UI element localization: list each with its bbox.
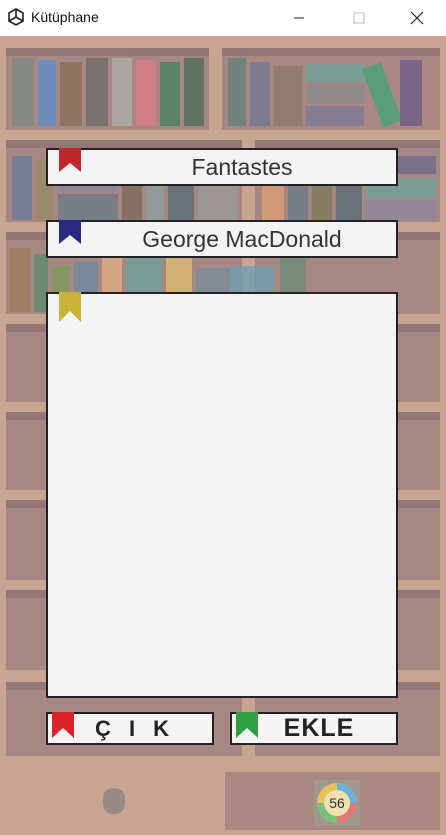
exit-button[interactable]: Ç I K <box>46 712 214 745</box>
bookmark-ribbon-icon <box>59 292 81 322</box>
book-spines-row-1 <box>12 58 422 128</box>
window-title: Kütüphane <box>31 9 99 25</box>
minimize-button[interactable] <box>270 0 328 36</box>
unity-icon <box>8 8 24 26</box>
maximize-button[interactable] <box>330 0 388 36</box>
bookshelf-scene: Fantastes George MacDonald Ç I K EKLE 56 <box>0 36 446 835</box>
window-titlebar: Kütüphane <box>0 0 446 36</box>
close-icon <box>410 11 424 25</box>
drawer-knob <box>103 788 125 814</box>
minimize-icon <box>294 17 304 19</box>
maximize-icon <box>353 12 365 24</box>
add-button-label: EKLE <box>283 714 355 742</box>
book-title-value: Fantastes <box>191 153 293 180</box>
description-textarea[interactable] <box>46 292 398 698</box>
counter-badge-value: 56 <box>329 795 345 811</box>
close-button[interactable] <box>388 0 446 36</box>
exit-button-label: Ç I K <box>94 715 176 741</box>
author-value: George MacDonald <box>142 225 342 252</box>
add-button[interactable]: EKLE <box>230 712 398 745</box>
author-field[interactable]: George MacDonald <box>46 220 398 258</box>
book-title-field[interactable]: Fantastes <box>46 148 398 186</box>
